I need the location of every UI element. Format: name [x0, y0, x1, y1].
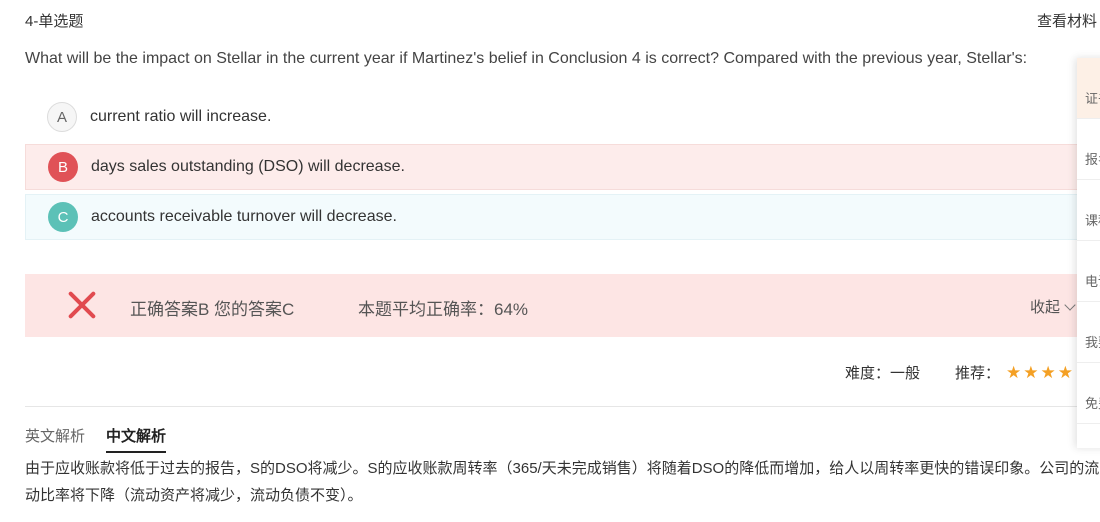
side-item-register[interactable]: 报名	[1077, 119, 1100, 180]
side-item-course[interactable]: 课程	[1077, 180, 1100, 241]
option-a-badge: A	[47, 102, 77, 132]
option-b-text: days sales outstanding (DSO) will decrea…	[91, 158, 405, 175]
tab-english-analysis[interactable]: 英文解析	[25, 425, 85, 446]
average-correct-rate: 本题平均正确率：64%	[358, 300, 529, 319]
tab-chinese-analysis[interactable]: 中文解析	[106, 425, 167, 453]
recommend-label: 推荐：	[955, 365, 1001, 382]
side-item-free[interactable]: 免费	[1077, 363, 1100, 424]
option-a[interactable]: A current ratio will increase.	[25, 94, 1080, 140]
option-b-badge: B	[48, 152, 78, 182]
rating-stars: ★ ★ ★ ★	[1006, 364, 1075, 381]
side-panel: 证书 报名 课程 电话 我要 免费	[1077, 58, 1100, 448]
recommend-rating: 推荐： ★ ★ ★ ★	[955, 362, 1075, 383]
option-c-badge: C	[48, 202, 78, 232]
option-c[interactable]: C accounts receivable turnover will decr…	[25, 194, 1080, 240]
star-icon: ★	[1040, 363, 1056, 382]
side-item-mine[interactable]: 我要	[1077, 302, 1100, 363]
option-a-text: current ratio will increase.	[90, 108, 272, 125]
chevron-down-icon	[1064, 298, 1076, 311]
star-icon: ★	[1006, 363, 1022, 382]
wrong-icon	[67, 290, 97, 320]
question-type-label: 4-单选题	[25, 13, 84, 30]
answer-summary: 正确答案B 您的答案C	[130, 300, 295, 319]
collapse-button[interactable]: 收起	[1030, 296, 1076, 317]
option-c-text: accounts receivable turnover will decrea…	[91, 208, 397, 225]
result-panel: 正确答案B 您的答案C 本题平均正确率：64% 收起	[25, 274, 1080, 337]
section-divider	[25, 406, 1080, 407]
collapse-label: 收起	[1030, 299, 1061, 316]
star-icon: ★	[1023, 363, 1039, 382]
side-item-certificate[interactable]: 证书	[1077, 58, 1100, 119]
view-materials-link[interactable]: 查看材料	[1037, 10, 1097, 31]
star-icon: ★	[1057, 363, 1074, 382]
question-text: What will be the impact on Stellar in th…	[25, 50, 1028, 67]
analysis-text: 由于应收账款将低于过去的报告，S的DSO将减少。S的应收账款周转率（365/天未…	[25, 460, 1100, 504]
side-item-phone[interactable]: 电话	[1077, 241, 1100, 302]
option-b[interactable]: B days sales outstanding (DSO) will decr…	[25, 144, 1080, 190]
difficulty-label: 难度：一般	[845, 365, 921, 382]
